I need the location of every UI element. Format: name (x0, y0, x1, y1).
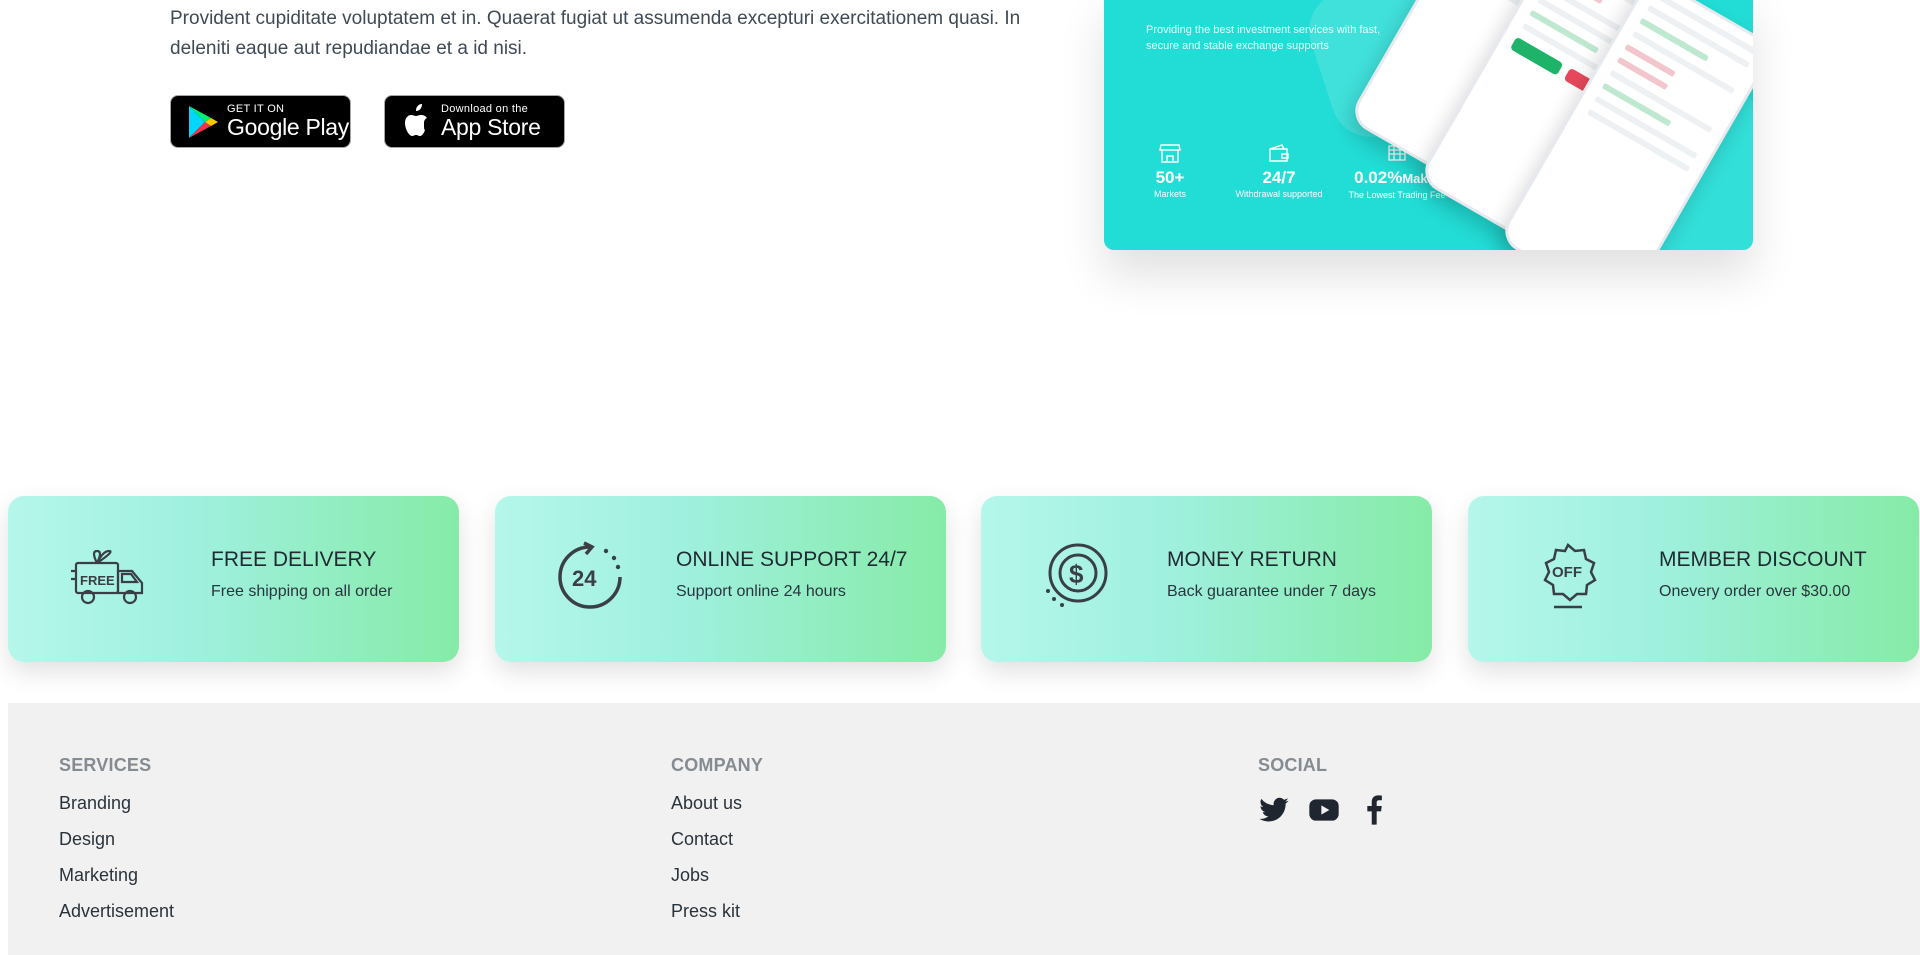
svg-text:$: $ (1069, 559, 1084, 589)
feature-title: ONLINE SUPPORT 24/7 (676, 548, 908, 571)
svg-text:FREE: FREE (80, 573, 115, 588)
stat-withdrawal: 24/7 Withdrawal supported (1224, 142, 1334, 200)
app-store-button[interactable]: Download on the App Store (384, 95, 565, 148)
feature-card-member-discount: OFF MEMBER DISCOUNT Onevery order over $… (1468, 496, 1919, 662)
footer-link-marketing[interactable]: Marketing (59, 866, 174, 885)
feature-card-money-return: $ MONEY RETURN Back guarantee under 7 da… (981, 496, 1432, 662)
youtube-icon[interactable] (1308, 794, 1340, 826)
twitter-icon[interactable] (1258, 794, 1290, 826)
feature-description: Onevery order over $30.00 (1659, 583, 1851, 600)
social-icons (1258, 794, 1390, 826)
feature-title: MEMBER DISCOUNT (1659, 548, 1867, 571)
footer-column-company: COMPANY About us Contact Jobs Press kit (671, 755, 763, 938)
feature-description: Support online 24 hours (676, 583, 846, 600)
app-store-big-text: App Store (441, 114, 541, 140)
promo-card: Providing the best investment services w… (1104, 0, 1753, 250)
intro-paragraph: Provident cupiditate voluptatem et in. Q… (170, 8, 1021, 59)
wallet-icon (1269, 144, 1289, 162)
footer-link-branding[interactable]: Branding (59, 794, 174, 813)
support-24-icon: 24 (558, 541, 622, 609)
stat-value: 50+ (1155, 168, 1185, 187)
stat-label: Markets (1153, 189, 1186, 199)
svg-text:OFF: OFF (1552, 564, 1582, 581)
footer-link-jobs[interactable]: Jobs (671, 866, 763, 885)
svg-text:24: 24 (572, 566, 597, 591)
feature-title: FREE DELIVERY (211, 548, 377, 571)
footer-link-press-kit[interactable]: Press kit (671, 902, 763, 921)
footer-link-about[interactable]: About us (671, 794, 763, 813)
stat-markets: 50+ Markets (1150, 142, 1190, 200)
promo-tagline: Providing the best investment services w… (1146, 24, 1381, 52)
footer-link-contact[interactable]: Contact (671, 830, 763, 849)
google-play-button[interactable]: GET IT ON Google Play (170, 95, 351, 148)
money-return-icon: $ (1046, 543, 1108, 607)
store-icon (1159, 144, 1181, 163)
discount-badge-icon: OFF (1543, 543, 1597, 609)
delivery-truck-icon: FREE (71, 549, 144, 605)
footer-heading: SERVICES (59, 755, 152, 775)
feature-card-online-support: 24 ONLINE SUPPORT 24/7 Support online 24… (495, 496, 946, 662)
feature-description: Back guarantee under 7 days (1167, 583, 1377, 600)
stat-label: Withdrawal supported (1235, 189, 1323, 199)
feature-card-free-delivery: FREE FREE DELIVERY Free shipping on all … (8, 496, 459, 662)
footer-heading: COMPANY (671, 755, 764, 775)
facebook-icon[interactable] (1358, 794, 1390, 826)
footer-column-services: SERVICES Branding Design Marketing Adver… (59, 755, 174, 938)
footer-link-design[interactable]: Design (59, 830, 174, 849)
footer-heading: SOCIAL (1258, 755, 1328, 775)
stat-value: 24/7 (1262, 168, 1296, 187)
feature-title: MONEY RETURN (1167, 548, 1337, 571)
footer-column-social: SOCIAL (1258, 755, 1390, 826)
feature-description: Free shipping on all order (211, 583, 393, 600)
stat-label: The Lowest Trading Fee (1348, 190, 1446, 200)
google-play-big-text: Google Play (227, 114, 349, 140)
footer-link-advertisement[interactable]: Advertisement (59, 902, 174, 921)
footer: SERVICES Branding Design Marketing Adver… (8, 703, 1920, 955)
google-play-icon (189, 105, 218, 138)
stat-value: 0.02% (1354, 168, 1403, 187)
apple-icon (405, 103, 427, 136)
